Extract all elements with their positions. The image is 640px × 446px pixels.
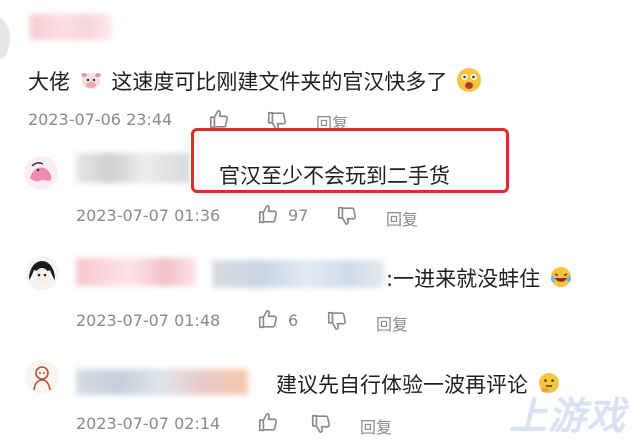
reply-button[interactable]: 回复 [376, 311, 408, 335]
avatar[interactable] [25, 256, 59, 290]
cow-emoji-icon [79, 68, 103, 97]
thumbs-up-icon[interactable] [257, 411, 279, 433]
thumbs-down-icon[interactable] [336, 205, 358, 227]
thumbs-up-icon[interactable] [257, 203, 279, 225]
thumbs-up-icon[interactable] [208, 108, 230, 130]
username-blurred [76, 258, 196, 286]
thumbs-down-icon[interactable] [310, 413, 332, 435]
like-count: 97 [288, 206, 309, 225]
username-blurred [76, 153, 190, 183]
reply-button[interactable]: 回复 [386, 206, 418, 230]
timestamp: 2023-07-07 01:36 [76, 206, 221, 225]
watermark-logo: 上游戏 [508, 394, 626, 438]
thumbs-down-icon[interactable] [326, 310, 348, 332]
comment-text: 官汉至少不会玩到二手货 [219, 164, 450, 188]
timestamp: 2023-07-06 23:44 [28, 110, 173, 129]
avatar[interactable] [25, 360, 59, 394]
timestamp: 2023-07-07 02:14 [76, 414, 221, 433]
reply-button[interactable]: 回复 [360, 414, 392, 438]
username-blurred [212, 260, 384, 288]
comment-text: :一进来就没蚌住 [386, 263, 573, 294]
username-blurred [76, 369, 248, 395]
avatar[interactable] [0, 18, 10, 60]
timestamp: 2023-07-07 01:48 [76, 311, 221, 330]
comment-text: 大佬 这速度可比刚建文件夹的官汉快多了 [28, 66, 482, 98]
shocked-emoji-icon [456, 67, 482, 98]
avatar[interactable] [24, 156, 58, 190]
laughing-emoji-icon [549, 265, 573, 294]
like-count: 6 [288, 311, 299, 330]
username-blurred [30, 14, 112, 40]
thumbs-up-icon[interactable] [257, 308, 279, 330]
